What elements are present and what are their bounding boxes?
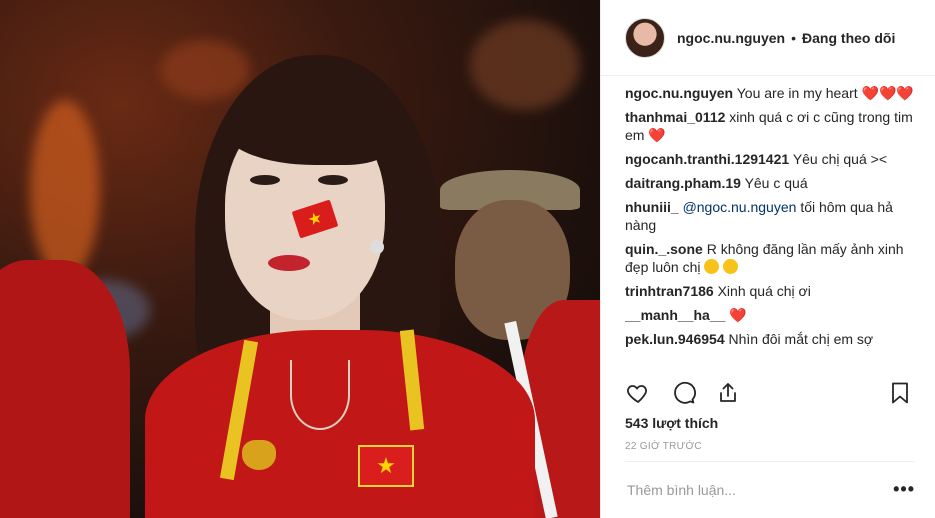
list-item: ngocanh.tranthi.1291421 Yêu chị quá ><	[625, 150, 915, 168]
comment-text: Yêu c quá	[744, 175, 808, 191]
avatar[interactable]	[625, 17, 665, 58]
comment-username[interactable]: thanhmai_0112	[625, 109, 725, 125]
list-item: trinhtran7186 Xinh quá chị ơi	[625, 282, 915, 300]
add-comment-input[interactable]: Thêm bình luận...	[625, 482, 736, 498]
team-crest-icon	[242, 440, 276, 470]
post-sidebar: ngoc.nu.nguyen • Đang theo dõi ngoc.nu.n…	[600, 0, 935, 518]
comment-username[interactable]: __manh__ha__	[625, 307, 725, 323]
post-header: ngoc.nu.nguyen • Đang theo dõi	[601, 0, 935, 76]
likes-count[interactable]: 543 lượt thích	[625, 415, 718, 431]
bokeh-light	[470, 20, 580, 110]
comment-username[interactable]: nhuniii_	[625, 199, 679, 215]
comments-list[interactable]: ngoc.nu.nguyen You are in my heart ❤️❤️❤…	[625, 84, 915, 370]
post-timestamp[interactable]: 22 GIỜ TRƯỚC	[625, 441, 702, 452]
list-item: __manh__ha__ ❤️	[625, 306, 915, 324]
comment-username[interactable]: ngoc.nu.nguyen	[625, 85, 733, 101]
heart-outline-icon[interactable]	[625, 380, 651, 406]
comment-mention-link[interactable]: @ngoc.nu.nguyen	[683, 199, 797, 215]
comment-text: Yêu chị quá ><	[792, 151, 887, 167]
share-upload-icon[interactable]	[715, 380, 741, 406]
heart-emoji-icon: ❤️	[648, 127, 666, 143]
subject-eye	[250, 175, 280, 185]
earring	[370, 240, 384, 254]
follow-status-button[interactable]: Đang theo dõi	[802, 30, 895, 46]
heart-emoji-icon: ❤️	[729, 307, 747, 323]
chest-flag-icon: ★	[358, 445, 414, 487]
subject-lips	[268, 255, 310, 271]
comment-bubble-icon[interactable]	[671, 380, 697, 406]
heart-emoji-icon: ❤️❤️❤️	[861, 85, 914, 101]
list-item: quin._.sone R không đăng lần mấy ảnh xin…	[625, 240, 915, 276]
add-comment-bar: Thêm bình luận... •••	[625, 461, 915, 517]
header-username[interactable]: ngoc.nu.nguyen	[677, 30, 785, 46]
grinning-face-emoji-icon	[704, 259, 720, 274]
more-options-icon[interactable]: •••	[893, 479, 915, 500]
comment-text: Nhìn đôi mắt chị em sợ	[728, 331, 874, 347]
post-actions	[625, 380, 915, 406]
list-item: daitrang.pham.19 Yêu c quá	[625, 174, 915, 192]
comment-username[interactable]: quin._.sone	[625, 241, 703, 257]
subject-eye	[318, 175, 348, 185]
list-item: pek.lun.946954 Nhìn đôi mắt chị em sợ	[625, 330, 915, 348]
post-photo[interactable]: ★ ★	[0, 0, 600, 518]
bookmark-icon[interactable]	[887, 380, 913, 406]
comment-text: Xinh quá chị ơi	[717, 283, 811, 299]
necklace	[290, 360, 350, 430]
grinning-face-emoji-icon	[723, 259, 739, 274]
comment-username[interactable]: daitrang.pham.19	[625, 175, 741, 191]
background-person	[0, 260, 130, 518]
comment-username[interactable]: ngocanh.tranthi.1291421	[625, 151, 789, 167]
bokeh-light	[30, 100, 100, 280]
separator-dot: •	[791, 29, 797, 46]
bokeh-light	[160, 40, 250, 100]
list-item: ngoc.nu.nguyen You are in my heart ❤️❤️❤…	[625, 84, 915, 102]
list-item: nhuniii_ @ngoc.nu.nguyen tối hôm qua hả …	[625, 198, 915, 234]
subject-jersey	[145, 330, 535, 518]
list-item: thanhmai_0112 xinh quá c ơi c cũng trong…	[625, 108, 915, 144]
comment-text: You are in my heart	[736, 85, 858, 101]
comment-username[interactable]: trinhtran7186	[625, 283, 714, 299]
comment-username[interactable]: pek.lun.946954	[625, 331, 725, 347]
